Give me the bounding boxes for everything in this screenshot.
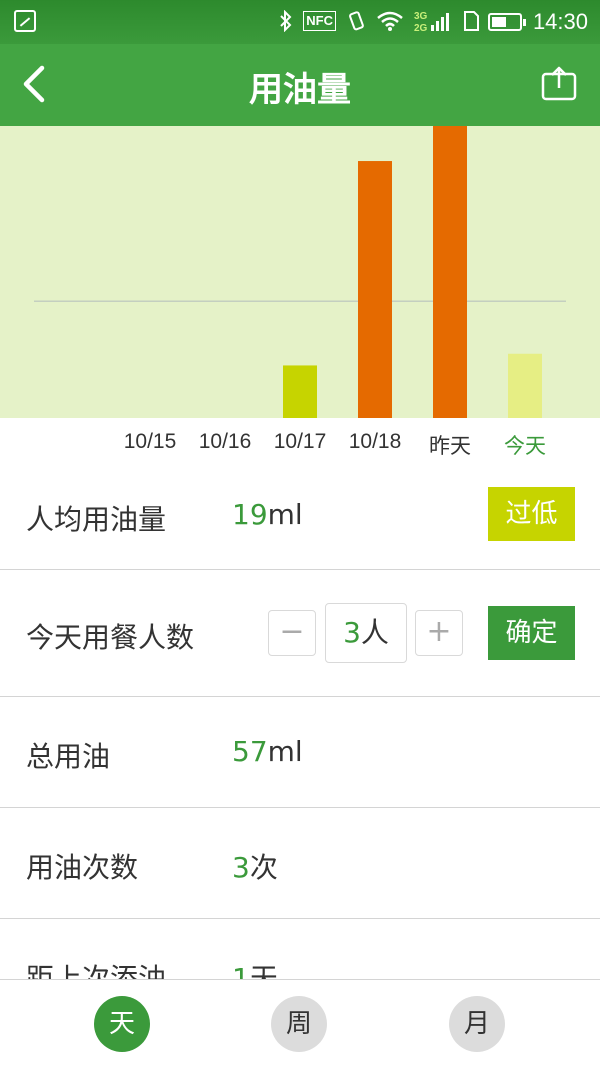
- confirm-button[interactable]: 确定: [488, 606, 575, 660]
- battery-level-fill: [492, 17, 506, 27]
- tab-month[interactable]: 月: [449, 996, 505, 1052]
- share-icon[interactable]: [540, 66, 578, 102]
- status-icons: NFC 3G 2G: [279, 9, 480, 34]
- per-person-value: 19ml: [232, 498, 303, 531]
- chart-bar-2[interactable]: [283, 365, 317, 418]
- wifi-icon: [376, 10, 404, 32]
- times-label: 用油次数: [26, 851, 139, 884]
- network-type-2g: 2G: [414, 23, 428, 34]
- app-header: 用油量: [0, 44, 600, 126]
- x-tick-label[interactable]: 昨天: [410, 430, 490, 460]
- x-tick-label[interactable]: 10/15: [110, 430, 190, 454]
- total-unit: ml: [267, 735, 303, 768]
- battery-icon: [488, 13, 526, 31]
- tab-day[interactable]: 天: [94, 996, 150, 1052]
- status-badge: 过低: [488, 487, 575, 541]
- oil-usage-chart: [0, 126, 600, 418]
- increment-button[interactable]: +: [415, 610, 463, 656]
- diners-count-number: 3: [343, 616, 361, 649]
- decrement-button[interactable]: −: [268, 610, 316, 656]
- diners-row: 今天用餐人数 − 3人 + 确定: [0, 570, 600, 697]
- x-tick-label[interactable]: 10/17: [260, 430, 340, 454]
- x-tick-label[interactable]: 10/18: [335, 430, 415, 454]
- chart-bar-4[interactable]: [433, 126, 467, 418]
- bluetooth-icon: [279, 9, 293, 33]
- diners-count-unit: 人: [360, 616, 389, 649]
- total-value: 57ml: [232, 735, 303, 768]
- page-title: 用油量: [249, 70, 351, 110]
- per-person-number: 19: [232, 498, 268, 531]
- total-label: 总用油: [26, 740, 111, 773]
- total-row: 总用油 57ml: [0, 697, 600, 808]
- per-person-row: 人均用油量 19ml 过低: [0, 470, 600, 570]
- status-bar: NFC 3G 2G 14:30: [0, 0, 600, 44]
- diners-label: 今天用餐人数: [26, 621, 195, 654]
- chart-x-axis: 10/15 10/16 10/17 10/18 昨天 今天: [0, 418, 600, 470]
- gallery-notification-icon: [14, 10, 36, 32]
- x-tick-label[interactable]: 今天: [485, 430, 565, 460]
- vibrate-icon: [346, 10, 366, 32]
- bottom-nav: 天 周 月: [0, 979, 600, 1067]
- times-row: 用油次数 3次: [0, 808, 600, 919]
- diners-count[interactable]: 3人: [325, 603, 407, 663]
- per-person-label: 人均用油量: [26, 503, 167, 536]
- times-number: 3: [232, 851, 250, 884]
- chart-canvas: [34, 126, 566, 418]
- times-unit: 次: [249, 851, 278, 884]
- status-time: 14:30: [532, 9, 588, 34]
- total-number: 57: [232, 735, 268, 768]
- sim-icon: [462, 10, 480, 32]
- x-tick-label[interactable]: 10/16: [185, 430, 265, 454]
- chart-bar-3[interactable]: [358, 161, 392, 418]
- chart-bar-5[interactable]: [508, 353, 542, 418]
- cellular-signal-icon: 3G 2G: [414, 10, 452, 34]
- per-person-unit: ml: [267, 498, 303, 531]
- times-value: 3次: [232, 846, 278, 886]
- tab-week[interactable]: 周: [271, 996, 327, 1052]
- nfc-icon: NFC: [303, 11, 336, 31]
